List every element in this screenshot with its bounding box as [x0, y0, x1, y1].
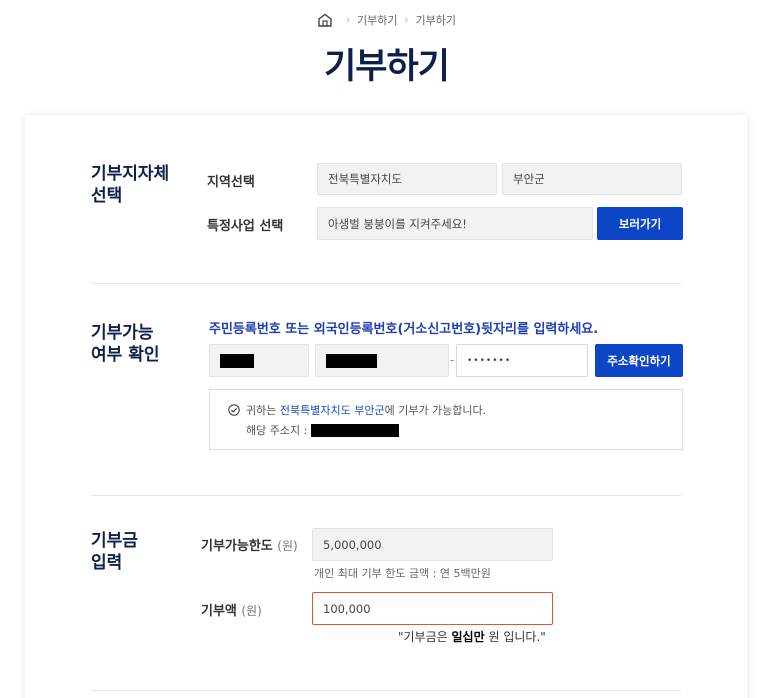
donation-form-card: 기부지자체 선택 지역선택 전북특별자치도 부안군 특정사업 선택 아생벌 붕붕… [25, 115, 747, 698]
id-back-input[interactable]: ••••••• [456, 344, 588, 377]
section-title-eligibility: 기부가능 여부 확인 [91, 322, 159, 366]
breadcrumb: › 기부하기 › 기부하기 [0, 12, 773, 28]
limit-field: 5,000,000 [312, 528, 553, 561]
section-title-line: 기부지자체 [91, 164, 170, 184]
result-suffix: 에 기부가 가능합니다. [384, 404, 487, 417]
project-select-value: 아생벌 붕붕이를 지켜주세요! [328, 216, 467, 231]
id-front-input[interactable] [209, 344, 309, 377]
section-title-amount: 기부금 입력 [91, 530, 138, 574]
section-divider [91, 690, 681, 691]
breadcrumb-item[interactable]: 기부하기 [416, 12, 456, 28]
section-title-region: 기부지자체 선택 [91, 163, 169, 207]
section-title-line: 선택 [91, 186, 123, 206]
limit-label: 기부가능한도 (원) [201, 535, 298, 554]
province-select-value: 전북특별자치도 [328, 172, 403, 186]
id-middle-input[interactable] [315, 344, 449, 377]
amount-unit: (원) [241, 604, 262, 618]
eligibility-result-box: 귀하는 전북특별자치도 부안군 에 기부가 가능합니다. 해당 주소지 : [209, 389, 683, 450]
project-label: 특정사업 선택 [207, 219, 284, 234]
amount-input[interactable]: 100,000 [312, 592, 553, 625]
home-icon[interactable] [317, 13, 333, 27]
amount-label: 기부액 (원) [201, 600, 262, 619]
check-circle-icon [228, 404, 240, 416]
amount-note-bold: 일십만 [451, 630, 485, 644]
id-notice: 주민등록번호 또는 외국인등록번호(거소신고번호)뒷자리를 입력하세요. [209, 322, 599, 337]
chevron-right-icon: › [346, 14, 351, 26]
page-title: 기부하기 [324, 47, 450, 87]
district-select-value: 부안군 [513, 172, 545, 186]
breadcrumb-item[interactable]: 기부하기 [357, 12, 397, 28]
amount-value: 100,000 [323, 601, 371, 616]
limit-hint: 개인 최대 기부 한도 금액 : 연 5백만원 [314, 567, 491, 580]
province-select[interactable]: 전북특별자치도 [317, 163, 497, 195]
amount-korean-note: "기부금은 일십만 원 입니다." [398, 628, 546, 645]
id-separator: - [450, 353, 455, 367]
amount-label-text: 기부액 [201, 604, 237, 619]
view-project-button[interactable]: 보러가기 [597, 207, 683, 240]
eligibility-result-line: 귀하는 전북특별자치도 부안군 에 기부가 가능합니다. [228, 402, 486, 418]
section-title-line: 기부가능 [91, 323, 154, 343]
redaction-mask [220, 353, 254, 368]
limit-label-text: 기부가능한도 [201, 539, 273, 554]
project-select[interactable]: 아생벌 붕붕이를 지켜주세요! [317, 207, 593, 240]
amount-note-suffix: 원 입니다." [488, 630, 546, 644]
section-title-line: 기부금 [91, 531, 138, 551]
region-label: 지역선택 [207, 175, 255, 190]
address-label: 해당 주소지 : [246, 424, 308, 437]
address-line: 해당 주소지 : [246, 422, 400, 438]
limit-unit: (원) [277, 539, 298, 553]
section-divider [91, 495, 681, 496]
limit-value: 5,000,000 [323, 537, 382, 552]
section-divider [91, 283, 681, 284]
chevron-right-icon: › [404, 14, 409, 26]
amount-note-prefix: "기부금은 [398, 630, 448, 644]
section-title-line: 입력 [91, 553, 123, 573]
section-title-line: 여부 확인 [91, 345, 160, 365]
redaction-mask [326, 353, 377, 368]
redaction-mask [311, 423, 400, 437]
result-prefix: 귀하는 [246, 404, 277, 417]
address-check-button[interactable]: 주소확인하기 [595, 344, 683, 377]
result-region: 전북특별자치도 부안군 [279, 404, 385, 417]
id-back-value: ••••••• [467, 355, 512, 366]
district-select[interactable]: 부안군 [502, 163, 682, 195]
